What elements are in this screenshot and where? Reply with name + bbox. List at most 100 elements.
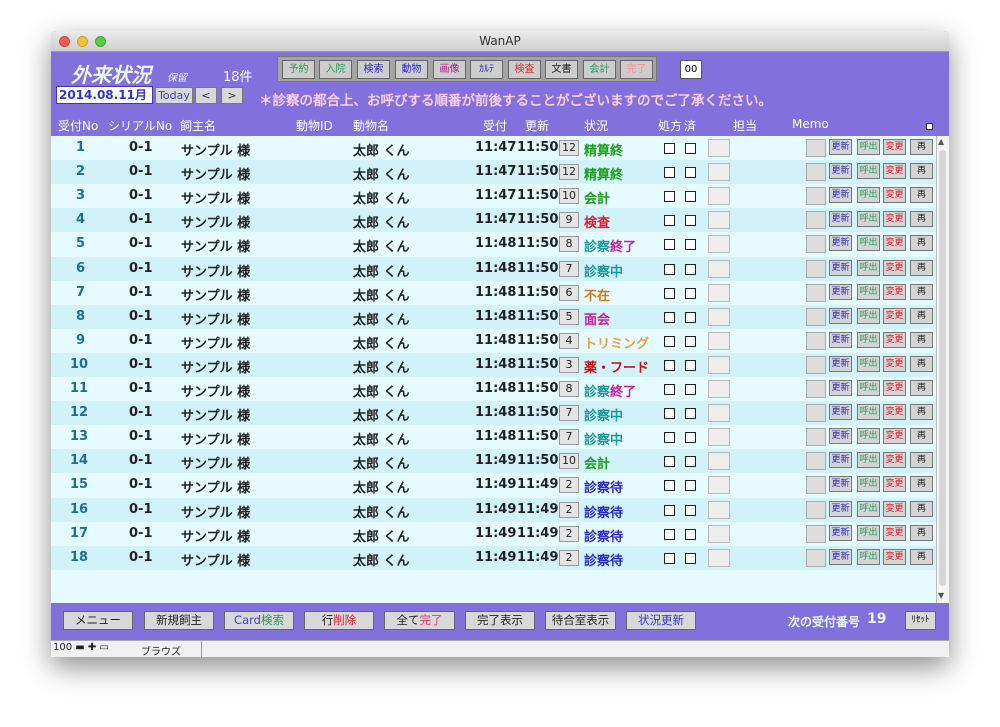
call-button[interactable]: 呼出: [857, 356, 880, 372]
redo-button[interactable]: 再: [910, 525, 933, 541]
memo-field[interactable]: [806, 380, 826, 398]
done-checkbox[interactable]: [685, 384, 696, 395]
staff-field[interactable]: [708, 163, 730, 181]
prescription-checkbox[interactable]: [664, 529, 675, 540]
row-delete-button[interactable]: 行削除: [304, 611, 374, 630]
prescription-checkbox[interactable]: [664, 384, 675, 395]
next-day-button[interactable]: >: [221, 87, 243, 104]
status-code[interactable]: 8: [559, 381, 579, 397]
staff-field[interactable]: [708, 525, 730, 543]
redo-button[interactable]: 再: [910, 187, 933, 203]
change-button[interactable]: 変更: [883, 525, 906, 541]
status-code[interactable]: 8: [559, 236, 579, 252]
done-checkbox[interactable]: [685, 529, 696, 540]
change-button[interactable]: 変更: [883, 404, 906, 420]
redo-button[interactable]: 再: [910, 380, 933, 396]
change-button[interactable]: 変更: [883, 380, 906, 396]
status-update-button[interactable]: 状況更新: [626, 611, 696, 630]
col-prescription[interactable]: 処方: [658, 117, 682, 134]
call-button[interactable]: 呼出: [857, 501, 880, 517]
status-code[interactable]: 12: [559, 140, 579, 156]
done-checkbox[interactable]: [685, 360, 696, 371]
call-button[interactable]: 呼出: [857, 476, 880, 492]
col-animal-name[interactable]: 動物名: [353, 117, 389, 134]
staff-field[interactable]: [708, 260, 730, 278]
change-button[interactable]: 変更: [883, 308, 906, 324]
redo-button[interactable]: 再: [910, 139, 933, 155]
done-checkbox[interactable]: [685, 215, 696, 226]
done-checkbox[interactable]: [685, 167, 696, 178]
memo-field[interactable]: [806, 501, 826, 519]
update-button[interactable]: 更新: [829, 428, 852, 444]
table-row[interactable]: 3 0-1 サンプル 様 太郎 くん 11:47 11:50 10 会計 更新 呼出 変更再: [51, 184, 936, 208]
memo-field[interactable]: [806, 428, 826, 446]
redo-button[interactable]: 再: [910, 452, 933, 468]
card-search-button[interactable]: Card検索: [224, 611, 294, 630]
prescription-checkbox[interactable]: [664, 553, 675, 564]
call-button[interactable]: 呼出: [857, 260, 880, 276]
toolbar-button[interactable]: 入院: [319, 60, 352, 79]
change-button[interactable]: 変更: [883, 332, 906, 348]
col-received[interactable]: 受付: [483, 117, 507, 134]
scroll-up-icon[interactable]: ▲: [938, 137, 944, 146]
change-button[interactable]: 変更: [883, 501, 906, 517]
table-row[interactable]: 4 0-1 サンプル 様 太郎 くん 11:47 11:50 9 検査 更新 呼出 変更再: [51, 208, 936, 232]
done-checkbox[interactable]: [685, 480, 696, 491]
done-checkbox[interactable]: [685, 505, 696, 516]
status-code[interactable]: 4: [559, 333, 579, 349]
all-done-button[interactable]: 全て完了: [384, 611, 455, 630]
call-button[interactable]: 呼出: [857, 428, 880, 444]
status-code[interactable]: 2: [559, 526, 579, 542]
prescription-checkbox[interactable]: [664, 408, 675, 419]
staff-field[interactable]: [708, 235, 730, 253]
col-done[interactable]: 済: [684, 117, 696, 134]
update-button[interactable]: 更新: [829, 404, 852, 420]
redo-button[interactable]: 再: [910, 235, 933, 251]
done-checkbox[interactable]: [685, 553, 696, 564]
redo-button[interactable]: 再: [910, 356, 933, 372]
update-button[interactable]: 更新: [829, 476, 852, 492]
status-code[interactable]: 12: [559, 164, 579, 180]
update-button[interactable]: 更新: [829, 356, 852, 372]
staff-field[interactable]: [708, 452, 730, 470]
done-checkbox[interactable]: [685, 239, 696, 250]
call-button[interactable]: 呼出: [857, 549, 880, 565]
call-button[interactable]: 呼出: [857, 380, 880, 396]
toolbar-button[interactable]: 文書: [545, 60, 578, 79]
staff-field[interactable]: [708, 139, 730, 157]
status-code[interactable]: 10: [559, 188, 579, 204]
update-button[interactable]: 更新: [829, 260, 852, 276]
done-checkbox[interactable]: [685, 456, 696, 467]
col-staff[interactable]: 担当: [733, 117, 757, 134]
table-row[interactable]: 18 0-1 サンプル 様太郎 くん 11:49 11:49 2 診察待 更新 呼出 変更再: [51, 546, 936, 570]
col-reception-no[interactable]: 受付No: [58, 117, 98, 134]
call-button[interactable]: 呼出: [857, 308, 880, 324]
toolbar-button[interactable]: 画像: [433, 60, 466, 79]
redo-button[interactable]: 再: [910, 308, 933, 324]
table-row[interactable]: 13 0-1 サンプル 様 太郎 くん 11:48 11:50 7 診察中 更新 呼出 変更再: [51, 425, 936, 449]
col-owner[interactable]: 飼主名: [180, 117, 216, 134]
memo-field[interactable]: [806, 404, 826, 422]
redo-button[interactable]: 再: [910, 163, 933, 179]
col-updated[interactable]: 更新: [525, 117, 549, 134]
mode-label[interactable]: ブラウズ: [141, 643, 181, 657]
prescription-checkbox[interactable]: [664, 167, 675, 178]
staff-field[interactable]: [708, 308, 730, 326]
redo-button[interactable]: 再: [910, 211, 933, 227]
prescription-checkbox[interactable]: [664, 191, 675, 202]
prescription-checkbox[interactable]: [664, 505, 675, 516]
redo-button[interactable]: 再: [910, 428, 933, 444]
change-button[interactable]: 変更: [883, 163, 906, 179]
zoom-in-icon[interactable]: ✚: [88, 642, 96, 653]
update-button[interactable]: 更新: [829, 139, 852, 155]
table-row[interactable]: 12 0-1 サンプル 様 太郎 くん 11:48 11:50 7 診察中 更新 呼出 変更再: [51, 401, 936, 425]
done-checkbox[interactable]: [685, 432, 696, 443]
toolbar-button[interactable]: ｶﾙﾃ: [470, 60, 503, 79]
prescription-checkbox[interactable]: [664, 215, 675, 226]
done-checkbox[interactable]: [685, 191, 696, 202]
change-button[interactable]: 変更: [883, 476, 906, 492]
update-button[interactable]: 更新: [829, 501, 852, 517]
new-owner-button[interactable]: 新規飼主: [144, 611, 214, 630]
done-checkbox[interactable]: [685, 312, 696, 323]
table-row[interactable]: 1 0-1 サンプル 様 太郎 くん 11:47 11:50 12 精算終 更新 呼出 変更再: [51, 136, 936, 160]
